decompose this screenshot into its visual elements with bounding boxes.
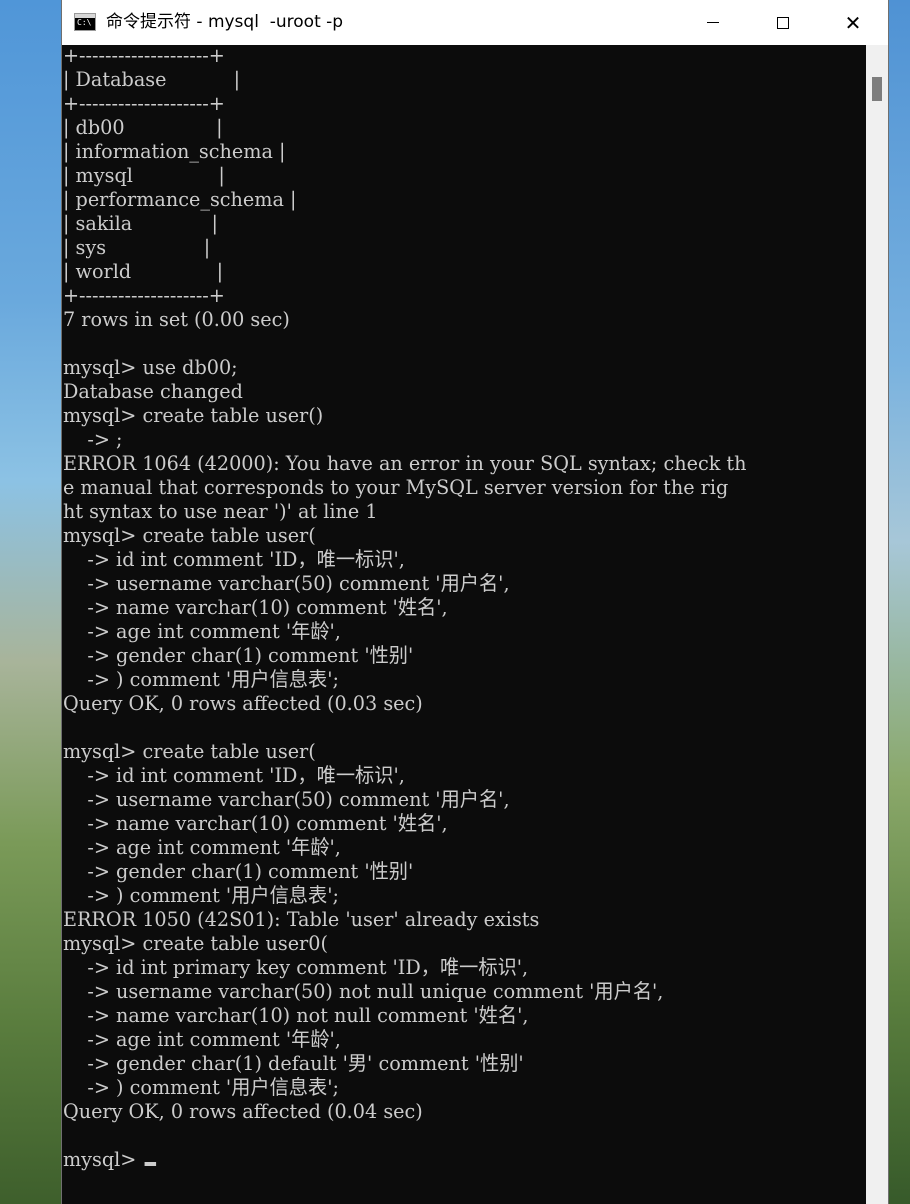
console-line: -> age int comment '年龄', xyxy=(62,1027,341,1051)
console-line: -> ) comment '用户信息表'; xyxy=(62,1075,339,1099)
console-line: Query OK, 0 rows affected (0.04 sec) xyxy=(62,1099,423,1123)
console-line: -> gender char(1) comment '性别' xyxy=(62,859,414,883)
console-line: -> username varchar(50) comment '用户名', xyxy=(62,571,510,595)
text-cursor xyxy=(144,1162,156,1166)
console-line: | world | xyxy=(62,259,224,283)
minimize-button[interactable] xyxy=(678,0,748,45)
console-line: 7 rows in set (0.00 sec) xyxy=(62,307,290,331)
console-line: | performance_schema | xyxy=(62,187,297,211)
console-line: ht syntax to use near ')' at line 1 xyxy=(62,499,378,523)
scrollbar-thumb[interactable] xyxy=(872,77,882,101)
console-line: | sys | xyxy=(62,235,211,259)
console-line: mysql> create table user0( xyxy=(62,931,328,955)
console-line: -> ) comment '用户信息表'; xyxy=(62,667,339,691)
console-line: -> id int comment 'ID，唯一标识', xyxy=(62,547,405,571)
console-line: +--------------------+ xyxy=(62,91,225,115)
console-line: mysql> create table user() xyxy=(62,403,324,427)
console-line: -> ; xyxy=(62,427,123,451)
console-line: -> gender char(1) comment '性别' xyxy=(62,643,414,667)
console-line: | db00 | xyxy=(62,115,223,139)
title-bar[interactable]: 命令提示符 - mysql -uroot -p ✕ xyxy=(62,0,888,45)
console-line: mysql> create table user( xyxy=(62,739,316,763)
console-line: -> username varchar(50) comment '用户名', xyxy=(62,787,510,811)
desktop-wallpaper-left xyxy=(0,0,62,1204)
console-line: | information_schema | xyxy=(62,139,286,163)
console-line: Query OK, 0 rows affected (0.03 sec) xyxy=(62,691,423,715)
console-line: -> id int primary key comment 'ID，唯一标识', xyxy=(62,955,529,979)
console-line: -> age int comment '年龄', xyxy=(62,619,341,643)
command-prompt-window: 命令提示符 - mysql -uroot -p ✕ +-------------… xyxy=(62,0,888,1204)
console-line: -> username varchar(50) not null unique … xyxy=(62,979,664,1003)
console-line: -> age int comment '年龄', xyxy=(62,835,341,859)
close-icon: ✕ xyxy=(844,10,862,35)
maximize-button[interactable] xyxy=(748,0,818,45)
cmd-icon xyxy=(74,13,96,31)
console-line: e manual that corresponds to your MySQL … xyxy=(62,475,729,499)
console-line: mysql> create table user( xyxy=(62,523,316,547)
console-text: +--------------------+ | Database | +-----… xyxy=(62,45,834,1171)
console-line: +--------------------+ xyxy=(62,45,225,67)
console-line: | sakila | xyxy=(62,211,219,235)
console-line: -> id int comment 'ID，唯一标识', xyxy=(62,763,405,787)
close-button[interactable]: ✕ xyxy=(818,0,888,45)
window-title: 命令提示符 - mysql -uroot -p xyxy=(106,12,344,32)
vertical-scrollbar[interactable] xyxy=(866,45,888,1204)
console-line: mysql> xyxy=(63,1147,834,1171)
maximize-icon xyxy=(777,16,789,29)
desktop-wallpaper-right xyxy=(888,0,910,1204)
console-line: -> name varchar(10) comment '姓名', xyxy=(62,595,448,619)
console-line: +--------------------+ xyxy=(62,283,225,307)
console-line: ERROR 1050 (42S01): Table 'user' already… xyxy=(62,907,540,931)
console-line: | Database | xyxy=(62,67,241,91)
console-line: Database changed xyxy=(62,379,243,403)
console-line: -> gender char(1) default '男' comment '性… xyxy=(62,1051,524,1075)
minimize-icon xyxy=(707,22,719,23)
console-line: ERROR 1064 (42000): You have an error in… xyxy=(62,451,747,475)
console-line: mysql> use db00; xyxy=(62,355,238,379)
console-line: | mysql | xyxy=(62,163,225,187)
console-line: -> name varchar(10) comment '姓名', xyxy=(62,811,448,835)
console-output[interactable]: +--------------------+ | Database | +-----… xyxy=(62,45,866,1204)
console-line: -> ) comment '用户信息表'; xyxy=(62,883,339,907)
console-line: -> name varchar(10) not null comment '姓名… xyxy=(62,1003,529,1027)
